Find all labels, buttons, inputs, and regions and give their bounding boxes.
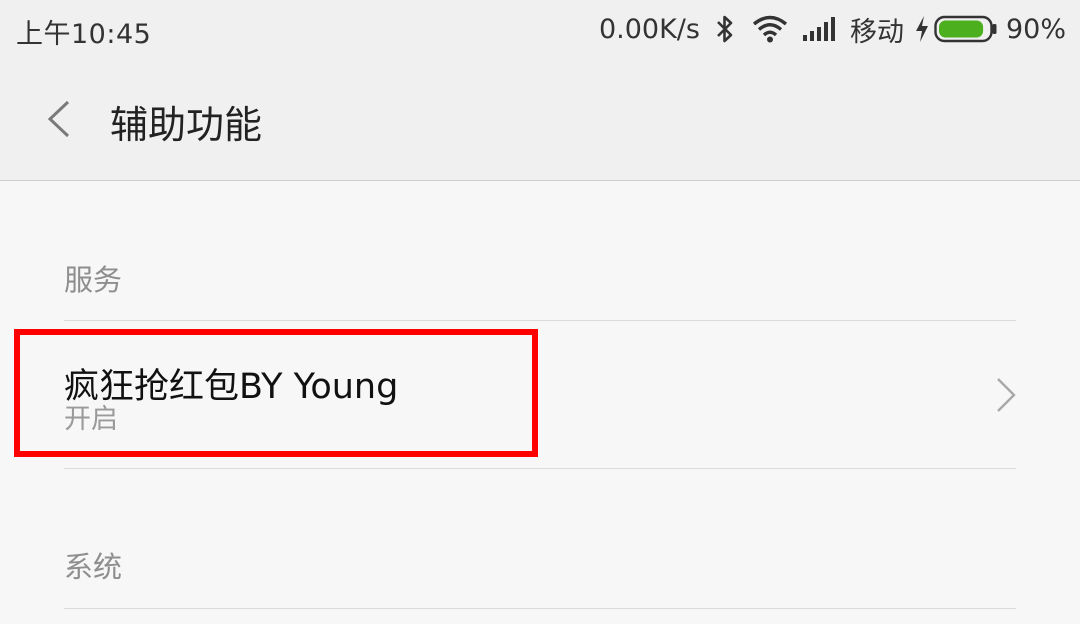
settings-list: 服务 疯狂抢红包BY Young 开启 系统 [0,181,1080,624]
battery-percent: 90% [1005,13,1066,45]
divider [64,608,1016,609]
chevron-right-icon [997,378,1016,412]
section-header-services: 服务 [64,263,123,297]
wifi-icon [752,15,788,43]
status-time: 上午10:45 [16,19,152,50]
service-status: 开启 [64,404,118,435]
network-speed: 0.00K/s [598,13,700,45]
bluetooth-icon [717,15,733,43]
list-item-service[interactable]: 疯狂抢红包BY Young 开启 [0,321,1080,467]
battery-icon [934,15,997,43]
charging-icon [915,16,928,42]
chevron-left-icon[interactable] [40,96,80,142]
divider [64,468,1016,469]
battery-fill [938,20,984,38]
carrier-name: 移动 [849,16,904,48]
signal-icon [802,17,835,41]
section-header-system: 系统 [64,550,123,584]
title-bar: 辅助功能 [0,58,1080,181]
page-title: 辅助功能 [110,103,263,147]
status-bar: 上午10:45 0.00K/s 移动 90% [0,0,1080,58]
status-indicators: 0.00K/s 移动 90% [599,0,1066,58]
